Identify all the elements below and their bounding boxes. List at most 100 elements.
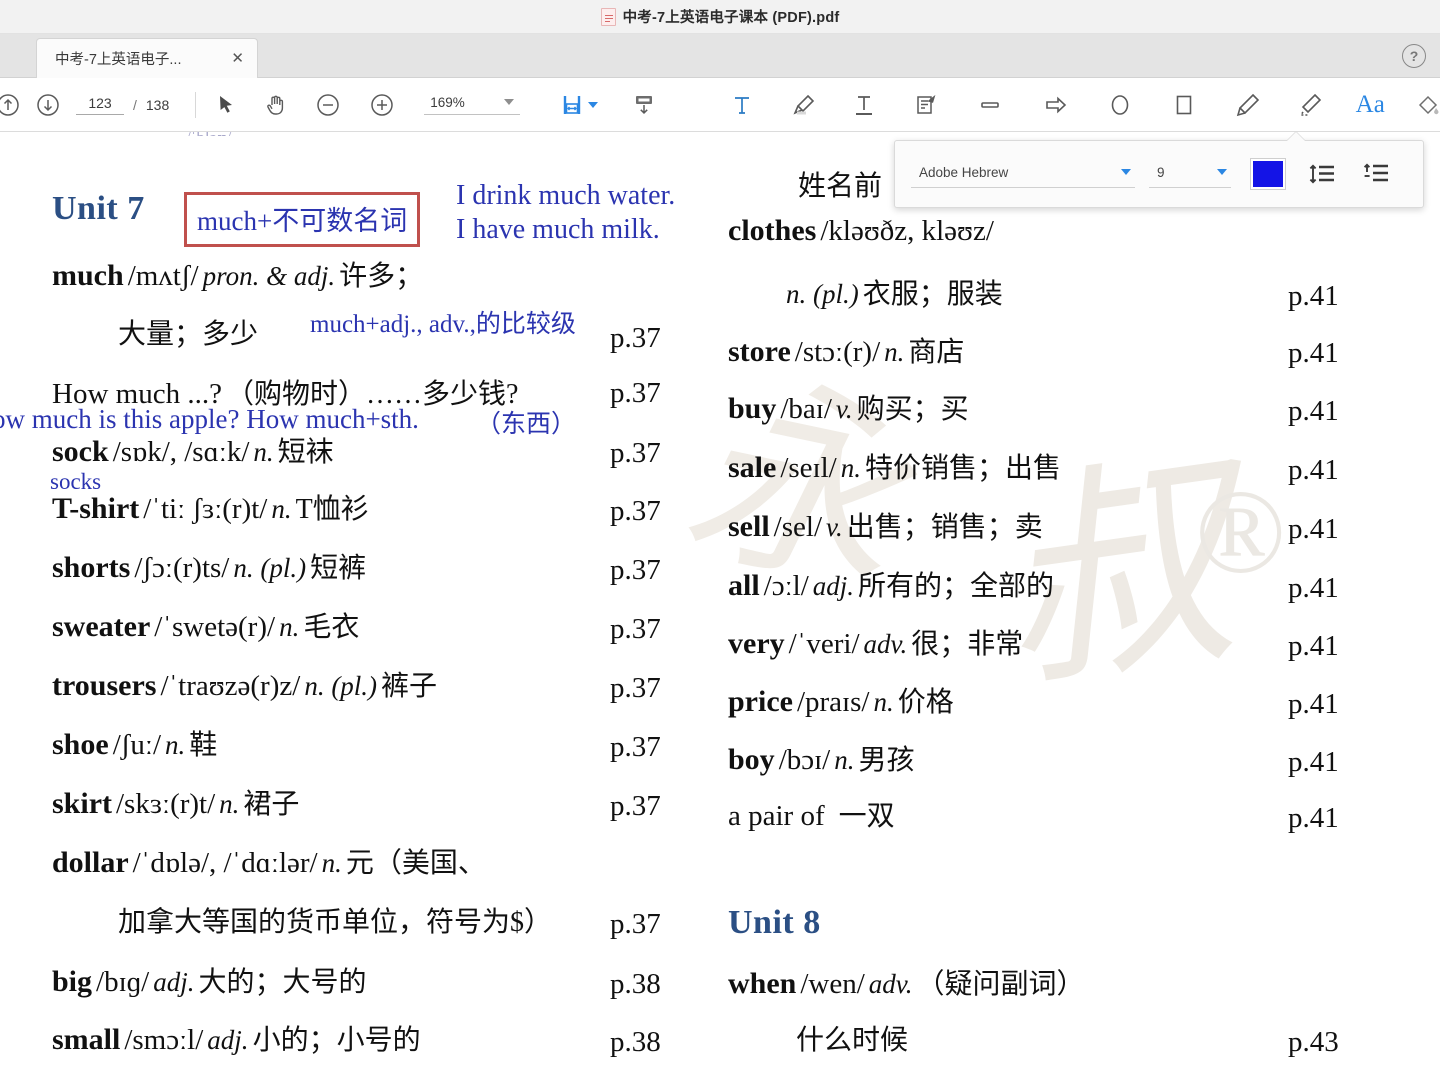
close-icon[interactable]: ✕ [228, 51, 247, 66]
entry-ipa: /ˈtraʊzə(r)z/ [160, 670, 301, 702]
toolbar-divider [195, 91, 197, 118]
fit-width-chevron-down-icon[interactable] [588, 101, 599, 108]
entry-cn: 裙子 [243, 789, 300, 820]
font-size-selector[interactable]: 9 [1149, 161, 1231, 188]
highlighter-icon[interactable] [784, 85, 824, 125]
entry-ipa: /sɒk/, /sɑːk/ [112, 436, 250, 468]
entry-cn: 特价销售；出售 [864, 453, 1061, 484]
cursor-select-icon[interactable] [206, 85, 246, 125]
window-title: 中考-7上英语电子课本 (PDF).pdf [622, 10, 840, 26]
entry-sweater: sweater /ˈswetə(r)/ n. 毛衣 [52, 605, 359, 645]
help-icon-label: ? [1409, 48, 1419, 64]
entry-pos: n. (pl.) [233, 553, 307, 583]
fit-width-icon[interactable] [552, 85, 592, 125]
zoom-level-selector[interactable]: 169% [424, 95, 521, 115]
entry-ipa: /seɪl/ [780, 452, 837, 484]
document-tab[interactable]: 中考-7上英语电子... ✕ [36, 38, 258, 78]
chevron-down-icon[interactable] [1217, 169, 1227, 175]
entry-cn: 大量；多少 [118, 319, 259, 350]
font-size-value: 9 [1157, 164, 1165, 180]
entry-cn: 购买；买 [856, 394, 969, 425]
pdf-document-icon [600, 7, 616, 26]
entry-pos: v. [835, 394, 853, 424]
add-text-icon[interactable] [722, 85, 762, 125]
entry-ipa: /baɪ/ [780, 393, 832, 425]
help-icon[interactable]: ? [1402, 44, 1426, 68]
line-icon[interactable] [970, 85, 1010, 125]
entry-page: p.37 [610, 322, 661, 354]
entry-tshirt: T-shirt /ˈtiː ʃɜː(r)t/ n. T恤衫 [52, 487, 369, 527]
entry-term: price [728, 685, 793, 718]
rotate-up-icon[interactable] [0, 85, 28, 125]
entry-big: big /bɪɡ/ adj. 大的；大号的 [52, 960, 366, 1000]
entry-pos: n. [271, 494, 292, 524]
entry-term: dollar [52, 846, 129, 879]
chevron-down-icon[interactable] [504, 99, 515, 105]
dongxi-note: （东西） [476, 411, 577, 438]
entry-term: small [52, 1023, 121, 1056]
entry-term: buy [728, 392, 777, 425]
entry-when-cont: 什么时候 [796, 1018, 908, 1058]
zoom-out-icon[interactable] [308, 85, 348, 125]
much-comparative-note: much+adj., adv.,的比较级 [310, 311, 576, 338]
partial-top-text: 姓名前 [798, 171, 883, 202]
entry-pos: v. [826, 512, 843, 542]
entry-pos: n. (pl.) [304, 671, 378, 701]
entry-term: when [728, 967, 797, 1000]
clipped-top-line: /ˈbləʊ/ . . . [186, 132, 257, 136]
entry-term: a pair of [728, 800, 825, 832]
entry-pos: n. [219, 789, 240, 819]
download-icon[interactable] [28, 85, 68, 125]
entry-cn: 毛衣 [303, 612, 360, 643]
zoom-in-icon[interactable] [362, 85, 402, 125]
entry-pos: n. [834, 745, 855, 775]
entry-cn: 裤子 [381, 671, 438, 702]
entry-cn: 男孩 [858, 745, 915, 776]
entry-term: boy [728, 743, 775, 776]
underline-text-icon[interactable] [844, 85, 884, 125]
entry-cn: 鞋 [189, 730, 218, 761]
hand-pan-icon[interactable] [256, 85, 296, 125]
page-number-input[interactable]: 123 [76, 95, 124, 115]
paragraph-spacing-icon[interactable] [1359, 159, 1393, 189]
entry-when: when /wen/ adv. （疑问副词） [728, 962, 1085, 1002]
entry-cn: 什么时候 [796, 1025, 909, 1056]
entry-pos: n. [840, 453, 861, 483]
registered-trademark-watermark: ® [1195, 465, 1287, 598]
page-navigation[interactable]: 123 / 138 [76, 95, 169, 115]
entry-term: shoe [52, 728, 109, 761]
text-format-icon[interactable]: Aa [1350, 85, 1390, 125]
entry-skirt: skirt /skɜː(r)t/ n. 裙子 [52, 782, 299, 822]
entry-term: store [728, 335, 791, 368]
entry-pos: adv. [868, 969, 913, 999]
eraser-icon[interactable] [1290, 85, 1330, 125]
entry-dollar: dollar /ˈdɒlə/, /ˈdɑːlər/ n. 元（美国、 [52, 841, 486, 881]
entry-term: much [52, 259, 124, 292]
text-color-swatch[interactable] [1250, 158, 1286, 190]
arrow-icon[interactable] [1036, 85, 1076, 125]
entry-cn: 短裤 [310, 553, 367, 584]
entry-boy: boy /bɔɪ/ n. 男孩 [728, 738, 915, 778]
pdf-page-canvas[interactable]: 永 叔 ® /ˈbləʊ/ . . . Unit 7 much+不可数名词 I … [0, 132, 1440, 1080]
entry-pos: adj. [153, 967, 195, 997]
rectangle-icon[interactable] [1164, 85, 1204, 125]
entry-clothes: clothes /kləʊðz, kləʊz/ [728, 214, 994, 248]
entry-small: small /smɔːl/ adj. 小的；小号的 [52, 1018, 421, 1058]
entry-page: p.41 [1288, 630, 1339, 662]
scroll-mode-icon[interactable] [624, 85, 664, 125]
entry-cn: 很；非常 [911, 629, 1024, 660]
ellipse-icon[interactable] [1100, 85, 1140, 125]
drink-much-water-note: I drink much water. [456, 180, 676, 211]
note-icon[interactable] [906, 85, 946, 125]
line-spacing-icon[interactable] [1305, 159, 1339, 189]
entry-cn: 许多； [339, 261, 424, 292]
entry-term: trousers [52, 669, 157, 702]
fill-color-icon[interactable] [1408, 85, 1440, 125]
font-family-selector[interactable]: Adobe Hebrew [911, 161, 1135, 188]
chevron-down-icon[interactable] [1121, 169, 1131, 175]
pencil-icon[interactable] [1228, 85, 1268, 125]
entry-ipa: /mʌtʃ/ [127, 260, 199, 292]
entry-ipa: /ˈtiː ʃɜː(r)t/ [143, 493, 268, 525]
entry-cn: 元（美国、 [345, 848, 486, 879]
unit-8-heading: Unit 8 [728, 904, 821, 941]
